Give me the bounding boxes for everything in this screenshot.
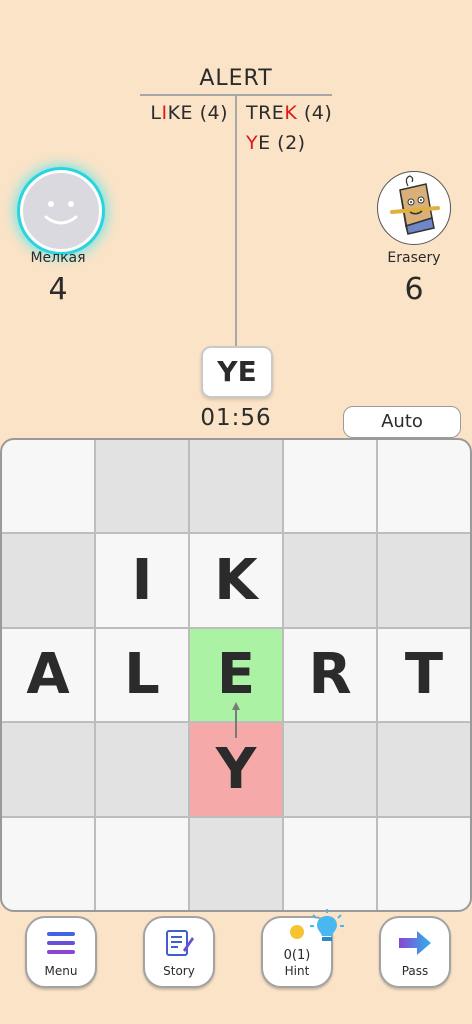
menu-button[interactable]: Menu <box>25 916 97 988</box>
story-label: Story <box>163 964 195 978</box>
hint-label: Hint <box>284 964 310 978</box>
board-cell[interactable] <box>284 534 376 627</box>
board-cell[interactable]: I <box>96 534 188 627</box>
hint-button[interactable]: 0(1) Hint <box>261 909 344 988</box>
player2-word-list: TREK (4) YE (2) <box>246 100 332 160</box>
player1-name: Мелкая <box>30 250 86 266</box>
board-cell[interactable] <box>378 534 470 627</box>
arrow-right-icon <box>381 926 449 960</box>
history-divider-vertical <box>235 96 237 346</box>
player1-word-list: LIKE (4) <box>150 100 228 130</box>
board-cell[interactable]: A <box>2 628 94 722</box>
board-cell[interactable] <box>96 440 188 533</box>
board-cell[interactable] <box>378 817 470 910</box>
board-cell[interactable] <box>284 817 376 910</box>
player1-avatar[interactable] <box>20 170 102 252</box>
board-cell[interactable] <box>190 440 282 533</box>
player2-avatar[interactable] <box>377 171 451 245</box>
board-cell[interactable] <box>2 440 94 533</box>
board-cell[interactable] <box>284 723 376 816</box>
board-cell[interactable]: K <box>190 534 282 627</box>
lightbulb-icon <box>310 909 344 941</box>
smiley-face-icon <box>44 201 78 225</box>
menu-label: Menu <box>44 964 78 978</box>
board-cell[interactable] <box>2 817 94 910</box>
player2-word: TREK (4) <box>246 102 333 124</box>
board-cell[interactable] <box>2 723 94 816</box>
board-cell[interactable]: L <box>96 628 188 722</box>
board-cell[interactable] <box>378 723 470 816</box>
player1-score: 4 <box>48 272 68 307</box>
board-cell[interactable] <box>284 440 376 533</box>
board-cell[interactable] <box>378 440 470 533</box>
pass-label: Pass <box>401 964 429 978</box>
board-cell[interactable] <box>96 723 188 816</box>
board-cell[interactable]: R <box>284 628 376 722</box>
auto-button[interactable]: Auto <box>343 406 461 438</box>
board-cell[interactable] <box>2 534 94 627</box>
sun-icon <box>290 925 304 939</box>
board-cell[interactable] <box>190 817 282 910</box>
story-button[interactable]: Story <box>143 916 215 988</box>
player2-word: YE (2) <box>246 132 306 154</box>
player2-score: 6 <box>404 272 424 307</box>
player2-name: Erasery <box>387 250 441 266</box>
board-cell[interactable] <box>96 817 188 910</box>
path-arrow-up-icon <box>232 702 240 738</box>
notepad-pencil-icon <box>145 926 213 960</box>
game-board: I K A L E R T Y <box>0 438 472 912</box>
turn-timer: 01:56 <box>200 405 272 431</box>
current-word-display: YE <box>201 346 273 398</box>
pass-button[interactable]: Pass <box>379 916 451 988</box>
eraser-character-icon <box>390 175 440 235</box>
player1-word: LIKE (4) <box>150 102 228 124</box>
hint-count: 0(1) <box>283 948 311 963</box>
start-word: ALERT <box>199 66 273 91</box>
hamburger-menu-icon <box>27 926 95 960</box>
board-cell[interactable]: T <box>378 628 470 722</box>
